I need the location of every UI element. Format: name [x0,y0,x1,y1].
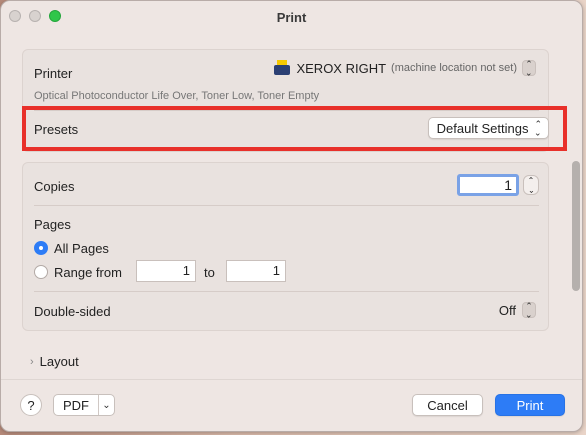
chevron-right-icon: › [30,355,34,368]
pdf-menu-button[interactable]: PDF ⌄ [53,394,115,416]
updown-chevron-icon: ⌃ ⌃ [522,302,536,319]
range-radio[interactable] [34,265,48,279]
range-to-field[interactable]: 1 [226,260,286,282]
divider [34,205,539,206]
window-controls [9,10,61,22]
all-pages-radio[interactable] [34,241,48,255]
presets-highlight-box [22,106,567,151]
copies-label: Copies [34,179,75,194]
printer-icon [273,60,291,76]
zoom-button[interactable] [49,10,61,22]
double-sided-label: Double-sided [34,304,111,319]
layout-disclosure[interactable]: › Layout [30,354,79,369]
chevron-down-icon[interactable]: ⌄ [99,400,114,411]
divider [34,291,539,292]
print-button[interactable]: Print [495,394,565,416]
layout-label: Layout [39,354,79,369]
printer-status: Optical Photoconductor Life Over, Toner … [34,90,320,102]
close-button[interactable] [9,10,21,22]
printer-selector[interactable]: XEROX RIGHT (machine location not set) ⌃… [273,60,536,77]
divider [1,379,582,380]
range-from-label[interactable]: Range from [54,265,122,280]
print-dialog: Print Printer XEROX RIGHT (machine locat… [0,0,583,432]
printer-label: Printer [34,66,73,81]
help-button[interactable]: ? [20,394,42,416]
double-sided-value: Off [498,302,516,318]
double-sided-popup[interactable]: Off ⌃ ⌃ [498,302,536,319]
range-from-field[interactable]: 1 [136,260,196,282]
scrollbar-thumb[interactable] [572,161,580,291]
window-title: Print [276,9,307,25]
pdf-label: PDF [63,397,89,413]
printer-location: (machine location not set) [391,62,517,74]
copies-field[interactable]: 1 [457,174,519,196]
cancel-button[interactable]: Cancel [412,394,483,416]
pages-label: Pages [34,217,71,232]
range-to-label: to [204,265,215,280]
printer-name: XEROX RIGHT [296,60,387,76]
titlebar: Print [1,1,582,33]
all-pages-label[interactable]: All Pages [54,241,109,256]
minimize-button[interactable] [29,10,41,22]
copies-stepper[interactable]: ⌃ ⌃ [523,175,539,195]
updown-chevron-icon[interactable]: ⌃ ⌃ [522,60,536,77]
